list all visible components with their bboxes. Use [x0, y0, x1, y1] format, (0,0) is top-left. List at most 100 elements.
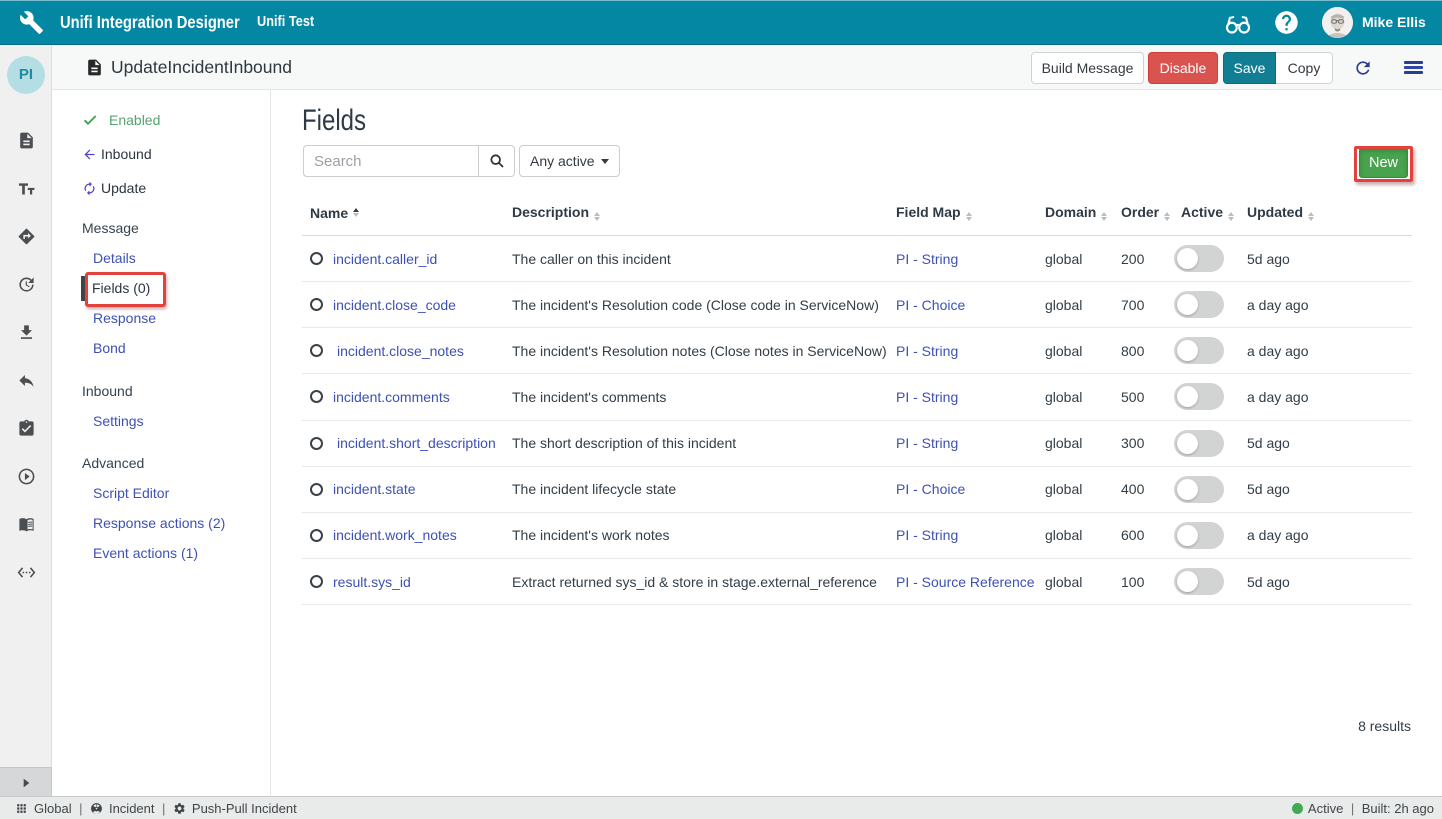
sidebar-expand-button[interactable] — [0, 767, 52, 796]
field-name-link[interactable]: incident.close_code — [333, 297, 456, 313]
table-row: incident.close_codeThe incident's Resolu… — [302, 282, 1412, 328]
record-radio-icon[interactable] — [310, 344, 323, 357]
field-domain: global — [1045, 389, 1121, 405]
column-header-order[interactable]: Order — [1121, 204, 1181, 222]
grid-icon — [15, 802, 28, 815]
field-description: The incident lifecycle state — [512, 481, 896, 497]
statusbar-item-incident[interactable]: Incident — [90, 801, 155, 816]
field-map-link[interactable]: PI - Choice — [896, 297, 965, 313]
field-map-link[interactable]: PI - Source Reference — [896, 574, 1035, 590]
statusbar-item-global[interactable]: Global — [15, 801, 72, 816]
active-toggle[interactable] — [1174, 291, 1224, 318]
search-icon — [489, 153, 505, 169]
active-toggle[interactable] — [1174, 430, 1224, 457]
record-radio-icon[interactable] — [310, 390, 323, 403]
rail-icon-code[interactable] — [0, 548, 52, 596]
record-radio-icon[interactable] — [310, 483, 323, 496]
sidebar-item-event-actions-1[interactable]: Event actions (1) — [93, 545, 198, 561]
rail-icon-document[interactable] — [0, 116, 52, 164]
active-toggle[interactable] — [1174, 337, 1224, 364]
sidebar-item-bond[interactable]: Bond — [93, 340, 126, 356]
refresh-icon[interactable] — [1353, 58, 1373, 78]
field-name-link[interactable]: incident.work_notes — [333, 527, 457, 543]
fields-table: NameDescriptionField MapDomainOrderActiv… — [302, 190, 1412, 605]
field-name-link[interactable]: result.sys_id — [333, 574, 411, 590]
menu-icon[interactable] — [1404, 61, 1423, 75]
statusbar-item-push-pull-incident[interactable]: Push-Pull Incident — [173, 801, 297, 816]
rail-icon-text[interactable] — [0, 164, 52, 212]
field-description: Extract returned sys_id & store in stage… — [512, 574, 896, 590]
check-icon — [82, 112, 98, 128]
record-radio-icon[interactable] — [310, 252, 323, 265]
column-header-updated[interactable]: Updated — [1247, 204, 1412, 222]
rail-icon-directions[interactable] — [0, 212, 52, 260]
field-map-link[interactable]: PI - String — [896, 435, 958, 451]
column-header-domain[interactable]: Domain — [1045, 204, 1121, 222]
sidebar-item-inbound-direction[interactable]: Inbound — [82, 142, 152, 166]
column-header-active[interactable]: Active — [1181, 204, 1247, 222]
column-header-field-map[interactable]: Field Map — [896, 204, 1045, 222]
help-icon[interactable] — [1273, 9, 1300, 36]
sidebar-item-fields-0[interactable]: Fields (0) — [92, 280, 150, 296]
rail-icon-update[interactable] — [0, 260, 52, 308]
field-updated: 5d ago — [1247, 481, 1412, 497]
field-map-link[interactable]: PI - String — [896, 389, 958, 405]
active-toggle[interactable] — [1174, 522, 1224, 549]
separator: | — [79, 801, 82, 816]
text-icon — [17, 179, 36, 198]
rail-icon-book[interactable] — [0, 500, 52, 548]
field-name-link[interactable]: incident.state — [333, 481, 416, 497]
field-map-link[interactable]: PI - Choice — [896, 481, 965, 497]
field-order: 500 — [1121, 389, 1181, 405]
field-name-link[interactable]: incident.comments — [333, 389, 450, 405]
field-map-link[interactable]: PI - String — [896, 343, 958, 359]
record-radio-icon[interactable] — [310, 529, 323, 542]
sidebar-item-details[interactable]: Details — [93, 250, 136, 266]
active-toggle[interactable] — [1174, 245, 1224, 272]
field-name-link[interactable]: incident.close_notes — [337, 343, 464, 359]
sidebar-item-enabled[interactable]: Enabled — [82, 108, 160, 132]
column-header-description[interactable]: Description — [512, 204, 896, 222]
rail-icon-play-circle[interactable] — [0, 452, 52, 500]
search-input[interactable] — [303, 145, 478, 177]
sidebar-group-advanced: Advanced — [82, 455, 144, 471]
save-button[interactable]: Save — [1223, 52, 1276, 84]
main-content: Fields Any active New NameDescriptionFie… — [272, 90, 1442, 796]
new-button[interactable]: New — [1359, 147, 1408, 178]
field-domain: global — [1045, 297, 1121, 313]
field-updated: a day ago — [1247, 297, 1412, 313]
record-radio-icon[interactable] — [310, 437, 323, 450]
user-name[interactable]: Mike Ellis — [1362, 0, 1426, 45]
column-header-name[interactable]: Name — [302, 205, 512, 221]
app-header: Unifi Integration Designer Unifi Test Mi… — [0, 0, 1442, 45]
user-avatar[interactable] — [1322, 7, 1353, 38]
sidebar-item-script-editor[interactable]: Script Editor — [93, 485, 169, 501]
record-radio-icon[interactable] — [310, 575, 323, 588]
rail-icon-task-check[interactable] — [0, 404, 52, 452]
rail-icon-download[interactable] — [0, 308, 52, 356]
workspace-name[interactable]: Unifi Test — [257, 0, 314, 45]
field-map-link[interactable]: PI - String — [896, 251, 958, 267]
active-toggle[interactable] — [1174, 383, 1224, 410]
active-toggle[interactable] — [1174, 476, 1224, 503]
disable-button[interactable]: Disable — [1148, 52, 1218, 84]
rail-avatar[interactable]: PI — [7, 56, 45, 94]
copy-button[interactable]: Copy — [1276, 52, 1333, 84]
field-name-link[interactable]: incident.short_description — [337, 435, 496, 451]
record-radio-icon[interactable] — [310, 298, 323, 311]
field-map-link[interactable]: PI - String — [896, 527, 958, 543]
sidebar-item-response-actions-2[interactable]: Response actions (2) — [93, 515, 225, 531]
rail-icon-reply[interactable] — [0, 356, 52, 404]
glasses-icon[interactable] — [1223, 8, 1253, 38]
sidebar-item-settings[interactable]: Settings — [93, 413, 144, 429]
search-button[interactable] — [478, 145, 515, 177]
field-order: 700 — [1121, 297, 1181, 313]
active-toggle[interactable] — [1174, 568, 1224, 595]
sidebar-item-label: Enabled — [109, 112, 160, 128]
field-name-link[interactable]: incident.caller_id — [333, 251, 437, 267]
sidebar-item-update-action[interactable]: Update — [82, 176, 146, 200]
sidebar-group-message: Message — [82, 220, 139, 236]
active-filter-dropdown[interactable]: Any active — [519, 145, 620, 177]
sidebar-item-response[interactable]: Response — [93, 310, 156, 326]
build-message-button[interactable]: Build Message — [1031, 52, 1144, 84]
